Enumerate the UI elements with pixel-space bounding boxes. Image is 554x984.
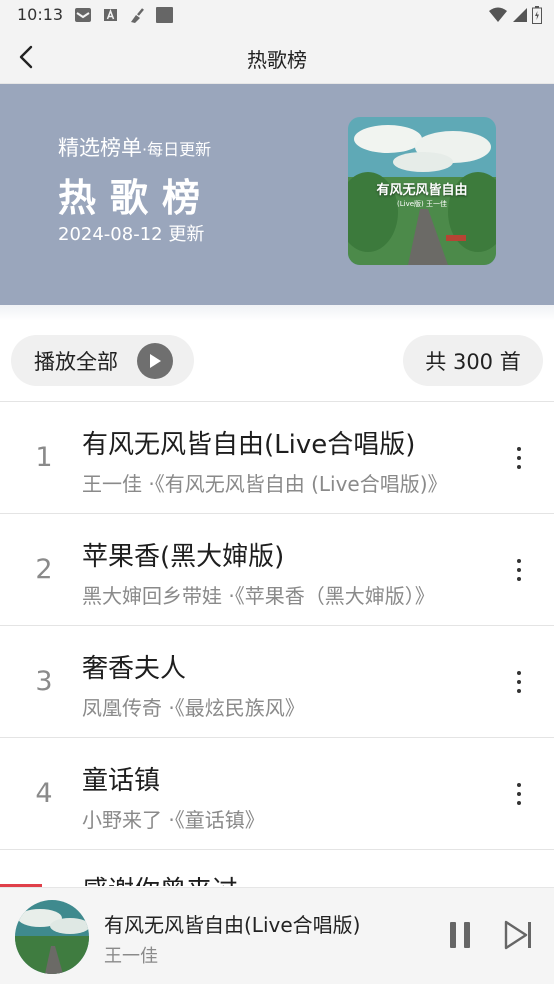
song-rank: 1 <box>35 442 53 473</box>
banner-subtitle-main: 精选榜单 <box>58 136 142 160</box>
chart-header-banner: 精选榜单·每日更新 热歌榜 2024-08-12 更新 有风无风皆自由 (Liv… <box>0 84 554 305</box>
song-row[interactable]: 1 有风无风皆自由(Live合唱版) 王一佳 ·《有风无风皆自由 (Live合唱… <box>0 402 554 514</box>
status-time: 10:13 <box>17 5 64 24</box>
song-rank: 4 <box>35 778 53 809</box>
song-count-badge: 共 300 首 <box>403 335 543 386</box>
status-right-icons <box>488 6 542 24</box>
banner-title: 热歌榜 <box>58 176 215 220</box>
song-rank: 2 <box>35 554 53 585</box>
song-artist-album: 小野来了 ·《童话镇》 <box>82 808 265 832</box>
song-rank: 3 <box>35 666 53 697</box>
app-notification-icon <box>156 7 173 23</box>
mini-player[interactable]: 有风无风皆自由(Live合唱版) 王一佳 <box>0 887 554 984</box>
banner-fade <box>0 305 554 321</box>
cleaner-notification-icon <box>131 8 144 23</box>
song-artist-album: 凤凰传奇 ·《最炫民族风》 <box>82 696 305 720</box>
song-title: 苹果香(黑大婶版) <box>82 542 285 572</box>
now-playing-artist: 王一佳 <box>104 946 158 967</box>
more-options-icon[interactable] <box>504 664 534 700</box>
banner-update-date: 2024-08-12 更新 <box>58 224 205 245</box>
song-row[interactable]: 3 奢香夫人 凤凰传奇 ·《最炫民族风》 <box>0 626 554 738</box>
top-nav-bar: 热歌榜 <box>0 30 554 84</box>
pause-icon[interactable] <box>447 920 475 950</box>
song-row[interactable]: 2 苹果香(黑大婶版) 黑大婶回乡带娃 ·《苹果香（黑大婶版）》 <box>0 514 554 626</box>
song-row[interactable]: 4 童话镇 小野来了 ·《童话镇》 <box>0 738 554 850</box>
wifi-icon <box>489 7 507 22</box>
skip-next-icon[interactable] <box>504 920 534 950</box>
song-title: 有风无风皆自由(Live合唱版) <box>82 430 416 460</box>
status-bar: 10:13 <box>0 0 554 30</box>
text-notification-icon <box>104 8 117 21</box>
song-title: 奢香夫人 <box>82 654 187 684</box>
play-all-label: 播放全部 <box>34 349 118 374</box>
banner-subtitle-daily: 每日更新 <box>147 140 212 159</box>
play-all-button[interactable]: 播放全部 <box>11 335 194 386</box>
play-icon <box>137 343 173 379</box>
banner-subtitle: 精选榜单·每日更新 <box>58 132 211 162</box>
cover-subtitle-text: (Live版) 王一佳 <box>397 200 447 208</box>
song-title: 童话镇 <box>82 766 161 796</box>
signal-icon <box>513 8 527 22</box>
page-title: 热歌榜 <box>247 48 307 72</box>
more-options-icon[interactable] <box>504 776 534 812</box>
now-playing-title: 有风无风皆自由(Live合唱版) <box>104 913 361 937</box>
partial-song-title[interactable]: 感谢你曾来过 <box>82 870 238 886</box>
now-playing-album-art[interactable] <box>15 900 89 974</box>
more-options-icon[interactable] <box>504 552 534 588</box>
more-options-icon[interactable] <box>504 440 534 476</box>
song-artist-album: 王一佳 ·《有风无风皆自由 (Live合唱版)》 <box>82 472 448 496</box>
gallery-notification-icon <box>75 8 91 22</box>
cover-title-text: 有风无风皆自由 <box>376 183 468 198</box>
battery-icon <box>532 6 542 24</box>
chart-cover-art[interactable]: 有风无风皆自由 (Live版) 王一佳 <box>348 117 496 265</box>
song-artist-album: 黑大婶回乡带娃 ·《苹果香（黑大婶版）》 <box>82 584 435 608</box>
